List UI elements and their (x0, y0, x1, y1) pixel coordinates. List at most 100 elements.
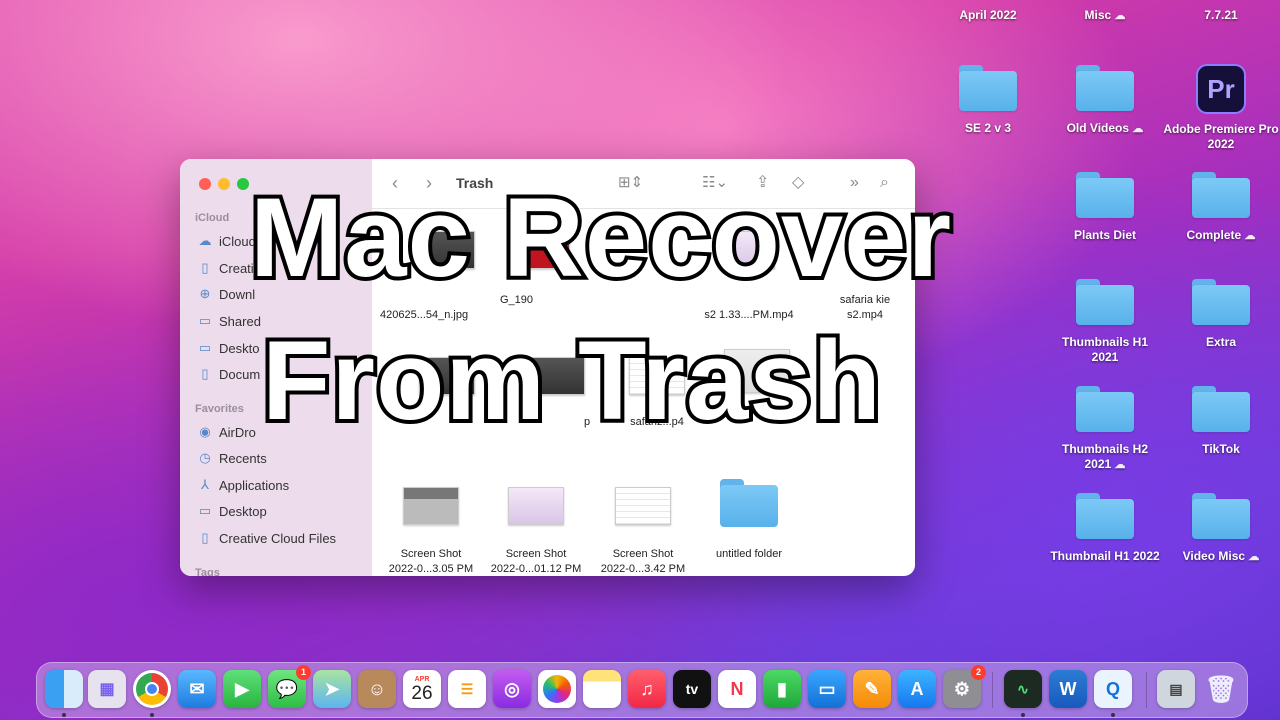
file-item[interactable]: Screen Shot 2022-0...01.12 PM (481, 487, 591, 576)
dock: ▦ ✉ ▶ 💬 1 ➤ ☺ APR 26 ☰ ◎ ♫ tv N ▮ ▭ ✎ A ⚙ 2… (36, 662, 1248, 718)
desktop-folder-label: SE 2 v 3 (964, 121, 1012, 135)
airdrop-icon: ◉ (199, 424, 211, 439)
desktop-folder-label: Complete (1186, 228, 1242, 242)
apple-tv-app-icon[interactable]: tv (673, 670, 711, 708)
zoom-window-button[interactable] (237, 178, 249, 190)
folder-icon (1076, 493, 1134, 539)
desktop-app-adobe-premiere[interactable]: Pr Adobe Premiere Pro 2022 (1163, 64, 1279, 152)
icloud-icon: ☁ (1248, 551, 1260, 563)
desktop-folder-video-misc[interactable]: Video Misc ☁ (1163, 493, 1279, 565)
icloud-icon: ☁ (1132, 123, 1144, 135)
folder-icon (1192, 279, 1250, 325)
folder-icon (720, 479, 778, 527)
icloud-icon: ☁ (1114, 459, 1126, 471)
file-item[interactable]: Screen Shot 2022-0...3.05 PM (376, 487, 486, 576)
word-app-icon[interactable]: W (1049, 670, 1087, 708)
running-indicator (1111, 713, 1115, 717)
icloud-icon: ☁ (1114, 10, 1126, 22)
mail-app-icon[interactable]: ✉ (178, 670, 216, 708)
sidebar-item-creative-cloud[interactable]: ▯ Creative Cloud Files (197, 528, 336, 548)
sidebar-heading-tags: Tags (195, 567, 220, 576)
sidebar-item-airdrop[interactable]: ◉ AirDro (197, 422, 256, 442)
sidebar-item-desktop[interactable]: ▭ Desktop (197, 501, 267, 521)
file-item[interactable]: Screen Shot 2022-0...3.42 PM (588, 487, 698, 576)
facetime-app-icon[interactable]: ▶ (223, 670, 261, 708)
notes-app-icon[interactable] (583, 670, 621, 708)
podcasts-app-icon[interactable]: ◎ (493, 670, 531, 708)
sidebar-item-recents[interactable]: ◷ Recents (197, 448, 266, 468)
cloud-icon: ☁ (198, 233, 212, 248)
running-indicator (62, 713, 66, 717)
minimize-window-button[interactable] (218, 178, 230, 190)
folder-icon (1192, 172, 1250, 218)
sidebar-item-label: Docum (219, 366, 261, 382)
sidebar-item-documents[interactable]: ▯ Docum (197, 364, 260, 384)
file-name: Screen Shot (612, 548, 674, 560)
folder-icon (1076, 172, 1134, 218)
desktop-folder-label: April 2022 (959, 8, 1017, 22)
messages-app-icon[interactable]: 💬 1 (268, 665, 311, 708)
tv-label: tv (685, 681, 699, 697)
numbers-app-icon[interactable]: ▮ (763, 670, 801, 708)
file-name: Screen Shot (505, 548, 567, 560)
file-date: 2022-0...3.05 PM (388, 563, 474, 575)
reminders-app-icon[interactable]: ☰ (448, 670, 486, 708)
launchpad-app-icon[interactable]: ▦ (88, 670, 126, 708)
folder-icon (1076, 386, 1134, 432)
file-date: 2022-0...3.42 PM (600, 563, 686, 575)
activity-monitor-app-icon[interactable]: ∿ (1004, 670, 1042, 708)
desktop-folder-thumbnails-h1-2021[interactable]: Thumbnails H1 2021 (1047, 279, 1163, 365)
clock-icon: ◷ (199, 450, 211, 465)
folder-item[interactable]: untitled folder (694, 479, 804, 562)
sidebar-item-icloud[interactable]: ☁ iCloud (197, 231, 256, 251)
desktop-folder-thumbnail-h1-2022[interactable]: Thumbnail H1 2022 (1047, 493, 1163, 564)
desktop-icon: ▭ (198, 503, 212, 518)
folder-icon (1076, 279, 1134, 325)
desktop-folder-label: 7.7.21 (1204, 8, 1238, 22)
applications-icon: ⅄ (201, 477, 209, 492)
document-icon: ▯ (201, 366, 209, 381)
music-app-icon[interactable]: ♫ (628, 670, 666, 708)
document-icon: ▯ (201, 530, 209, 545)
desktop-folder-plants-diet[interactable]: Plants Diet (1047, 172, 1163, 243)
system-preferences-app-icon[interactable]: ⚙ 2 (943, 665, 986, 708)
desktop-folder-complete[interactable]: Complete ☁ (1163, 172, 1279, 244)
close-window-button[interactable] (199, 178, 211, 190)
desktop-folder-thumbnails-h2-2021[interactable]: Thumbnails H2 2021 ☁ (1047, 386, 1163, 473)
sidebar-item-label: Deskto (219, 340, 260, 356)
desktop-folder-label: Extra (1205, 335, 1237, 349)
finder-app-icon[interactable] (45, 670, 83, 708)
sidebar-item-downloads[interactable]: ⊕ Downl (197, 284, 256, 304)
pages-app-icon[interactable]: ✎ (853, 670, 891, 708)
chrome-app-icon[interactable] (133, 670, 171, 708)
app-store-app-icon[interactable]: A (898, 670, 936, 708)
folder-icon (1076, 65, 1134, 111)
keynote-app-icon[interactable]: ▭ (808, 670, 846, 708)
desktop-folder-7-7-21[interactable]: 7.7.21 (1163, 0, 1279, 23)
desktop-folder-label: Thumbnail H1 2022 (1050, 549, 1160, 563)
folder-icon (1192, 386, 1250, 432)
desktop-folder-tiktok[interactable]: TikTok (1163, 386, 1279, 457)
desktop-folder-old-videos[interactable]: Old Videos ☁ (1047, 65, 1163, 137)
desktop-folder-se-2-v-3[interactable]: SE 2 v 3 (930, 65, 1046, 136)
sidebar-item-label: Desktop (219, 503, 267, 519)
sidebar-item-shared[interactable]: ▭ Shared (197, 311, 261, 331)
calendar-app-icon[interactable]: APR 26 (403, 670, 441, 708)
sidebar-item-desktop-icloud[interactable]: ▭ Deskto (197, 338, 260, 358)
icloud-icon: ☁ (1244, 230, 1256, 242)
premiere-pro-icon: Pr (1196, 64, 1246, 114)
calendar-day: 26 (411, 682, 433, 704)
sidebar-item-label: AirDro (219, 424, 256, 440)
news-app-icon[interactable]: N (718, 670, 756, 708)
sidebar-item-applications[interactable]: ⅄ Applications (197, 475, 289, 495)
maps-app-icon[interactable]: ➤ (313, 670, 351, 708)
trash-icon[interactable]: 🗑 (1202, 670, 1240, 708)
downloads-stack-icon[interactable]: ▤ (1157, 670, 1195, 708)
quicktime-app-icon[interactable]: Q (1094, 670, 1132, 708)
contacts-app-icon[interactable]: ☺ (358, 670, 396, 708)
desktop-folder-april-2022[interactable]: April 2022 (930, 0, 1046, 23)
desktop-folder-extra[interactable]: Extra (1163, 279, 1279, 350)
photos-app-icon[interactable] (538, 670, 576, 708)
desktop-folder-label: Thumbnails H1 2021 (1061, 335, 1148, 364)
desktop-folder-misc[interactable]: Misc ☁ (1047, 0, 1163, 24)
